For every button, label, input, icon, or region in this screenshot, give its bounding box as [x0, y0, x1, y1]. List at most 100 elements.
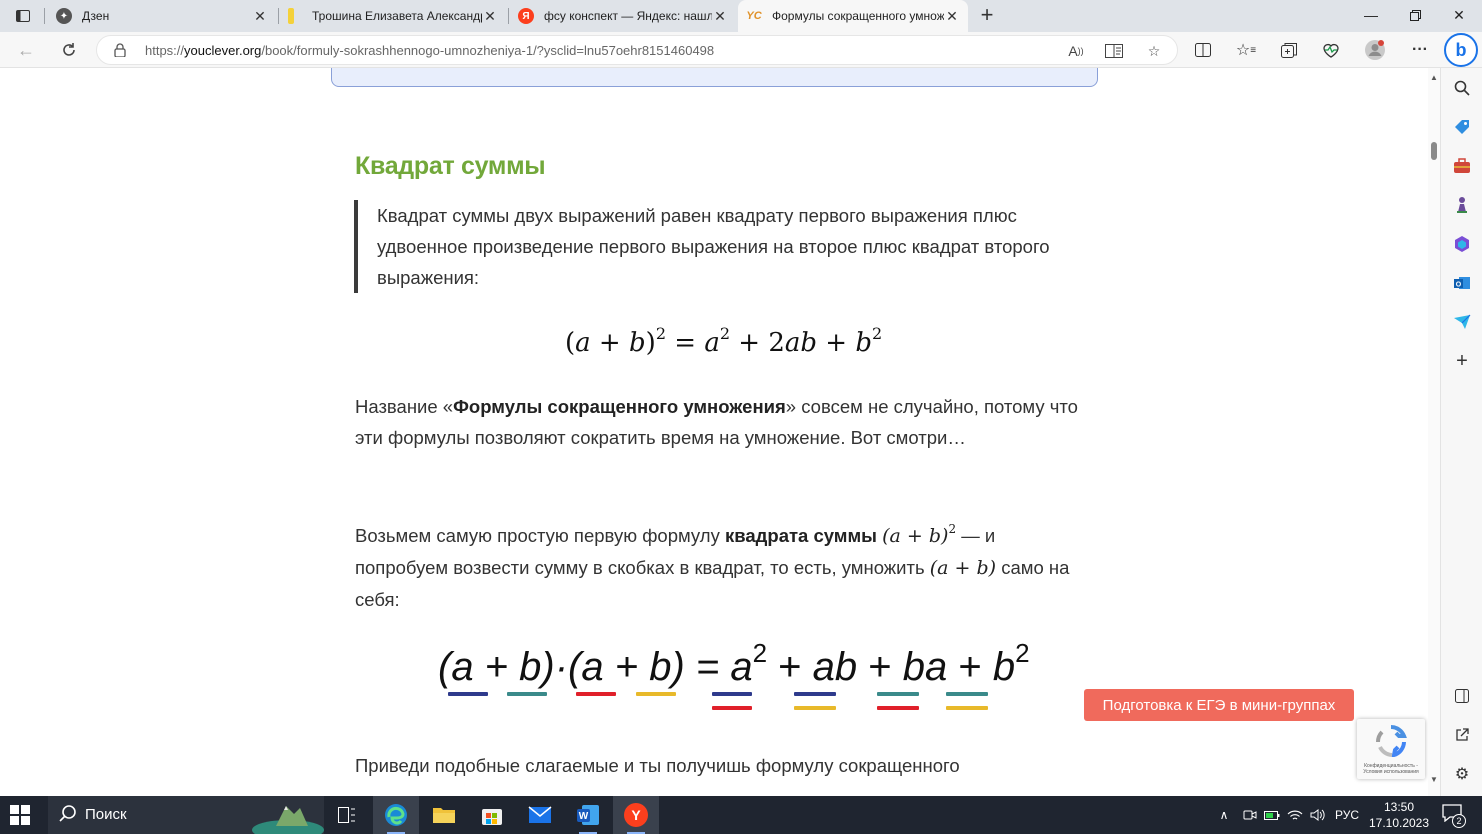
tab-separator [278, 8, 279, 24]
taskbar-search-label: Поиск [85, 806, 127, 823]
search-icon[interactable] [1452, 78, 1472, 98]
tab-document[interactable]: Трошина Елизавета Александро ✕ [280, 0, 506, 32]
tab-separator [508, 8, 509, 24]
underline-red [576, 692, 616, 696]
svg-text:W: W [579, 811, 589, 822]
split-screen-icon[interactable] [1190, 38, 1216, 62]
zen-icon: ✦ [56, 8, 72, 24]
scroll-up-arrow[interactable]: ▲ [1430, 74, 1438, 82]
page-content: Квадрат суммы Квадрат суммы двух выражен… [0, 68, 1428, 796]
definition-quote: Квадрат суммы двух выражений равен квадр… [354, 200, 1074, 293]
new-tab-button[interactable]: + [975, 4, 999, 28]
tab-actions-button[interactable] [8, 4, 38, 28]
store-taskbar-app[interactable] [469, 796, 515, 834]
task-view-icon [338, 807, 355, 823]
yandex-taskbar-app[interactable]: Y [613, 796, 659, 834]
underline-teal [877, 692, 919, 696]
taskbar-clock[interactable]: 13:50 17.10.2023 [1364, 799, 1434, 831]
tab-title: фсу конспект — Яндекс: нашло [544, 9, 712, 23]
collections-icon[interactable] [1276, 38, 1302, 62]
tab-close-button[interactable]: ✕ [482, 8, 498, 25]
microsoft365-icon[interactable] [1452, 234, 1472, 254]
underline-navy [448, 692, 488, 696]
square-of-sum-formula: (a + b)2 = a2 + 2ab + b2 [565, 324, 883, 358]
underline-navy [712, 692, 752, 696]
meet-now-icon[interactable] [1240, 796, 1260, 834]
tab-youclever[interactable]: YC Формулы сокращенного умнож ✕ [738, 0, 968, 32]
mail-taskbar-app[interactable] [517, 796, 563, 834]
yandex-browser-icon: Y [624, 803, 648, 827]
refresh-button[interactable] [55, 38, 83, 62]
recaptcha-text: Конфиденциальность - Условия использован… [1363, 763, 1419, 775]
wifi-icon[interactable] [1285, 796, 1305, 834]
page-scrollbar[interactable]: ▲ ▼ [1428, 68, 1440, 796]
yandex-icon: Я [518, 8, 534, 24]
favorite-star-icon[interactable]: ☆ [1143, 41, 1165, 61]
show-hidden-icons-chevron-icon[interactable]: ∧ [1214, 796, 1234, 834]
volume-icon[interactable] [1307, 796, 1329, 834]
tab-separator [44, 8, 45, 24]
lock-icon [114, 43, 126, 57]
tab-close-button[interactable]: ✕ [944, 8, 960, 25]
drop-send-icon[interactable] [1452, 312, 1472, 332]
youclever-icon: YC [746, 10, 762, 22]
recaptcha-badge[interactable]: Конфиденциальность - Условия использован… [1357, 719, 1425, 779]
document-icon [288, 8, 294, 24]
word-taskbar-app[interactable]: W [565, 796, 611, 834]
word-icon: W [577, 805, 599, 825]
expansion-formula: (a + b)·(a + b) = a2 + ab + ba + b2 [438, 638, 1030, 689]
mail-icon [528, 806, 552, 823]
taskbar-search-box[interactable]: Поиск [48, 796, 324, 834]
bing-copilot-button[interactable]: b [1444, 33, 1478, 67]
outlook-icon[interactable]: O [1452, 273, 1472, 293]
browser-essentials-icon[interactable] [1318, 38, 1344, 62]
add-sidebar-app-icon[interactable]: + [1452, 350, 1472, 372]
scroll-down-arrow[interactable]: ▼ [1430, 776, 1438, 784]
inline-formula: (a + b)2 [882, 522, 957, 547]
tab-title: Дзен [82, 9, 110, 23]
minimize-button[interactable]: — [1349, 0, 1393, 30]
battery-icon[interactable] [1262, 796, 1282, 834]
open-external-icon[interactable] [1452, 725, 1472, 745]
svg-text:O: O [1456, 282, 1462, 289]
task-view-button[interactable] [324, 796, 370, 834]
file-explorer-taskbar-app[interactable] [421, 796, 467, 834]
exam-prep-button[interactable]: Подготовка к ЕГЭ в мини-группах [1084, 689, 1354, 721]
close-window-button[interactable]: ✕ [1437, 0, 1481, 30]
notification-count-badge: 2 [1452, 814, 1466, 828]
back-button[interactable]: ← [12, 38, 40, 62]
sidebar-layout-icon[interactable] [1452, 686, 1472, 706]
tab-close-button[interactable]: ✕ [712, 8, 728, 25]
shopping-tag-icon[interactable] [1452, 117, 1472, 137]
edge-sidebar: O + ⚙ [1440, 68, 1482, 796]
address-bar[interactable]: https://youclever.org/book/formuly-sokra… [96, 35, 1178, 65]
underline-gold [946, 706, 988, 710]
profile-avatar[interactable] [1362, 38, 1388, 62]
tools-briefcase-icon[interactable] [1452, 156, 1472, 176]
more-menu-icon[interactable]: ··· [1407, 38, 1433, 62]
paragraph-intro: Название «Формулы сокращенного умножения… [355, 396, 1078, 448]
restore-icon [1409, 9, 1421, 21]
edge-taskbar-app[interactable] [373, 796, 419, 834]
tab-close-button[interactable]: ✕ [252, 8, 268, 25]
windows-start-icon[interactable] [10, 805, 30, 825]
clock-time: 13:50 [1383, 800, 1415, 814]
search-icon [59, 805, 76, 822]
immersive-reader-icon[interactable] [1103, 41, 1125, 61]
paragraph-example: Возьмем самую простую первую формулу ква… [355, 522, 1070, 610]
scroll-thumb[interactable] [1431, 142, 1437, 160]
windows-taskbar: Поиск W Y ∧ РУС 13:50 17.10.2023 2 [0, 796, 1482, 834]
tab-zen[interactable]: ✦ Дзен ✕ [48, 0, 276, 32]
read-aloud-icon[interactable]: A)) [1065, 41, 1087, 61]
edge-icon [385, 804, 407, 826]
expansion-illustration: (a + b)·(a + b) = a2 + ab + ba + b2 [430, 638, 1030, 718]
maximize-button[interactable] [1393, 0, 1437, 30]
notification-center-button[interactable]: 2 [1440, 801, 1468, 829]
refresh-icon [63, 43, 75, 56]
tab-yandex[interactable]: Я фсу конспект — Яндекс: нашло ✕ [510, 0, 736, 32]
games-chess-icon[interactable] [1452, 195, 1472, 215]
language-indicator[interactable]: РУС [1333, 796, 1361, 834]
sidebar-settings-gear-icon[interactable]: ⚙ [1452, 764, 1472, 784]
tab-strip: ✦ Дзен ✕ Трошина Елизавета Александро ✕ … [0, 0, 1482, 32]
favorites-icon[interactable]: ☆ ≡ [1233, 38, 1259, 62]
